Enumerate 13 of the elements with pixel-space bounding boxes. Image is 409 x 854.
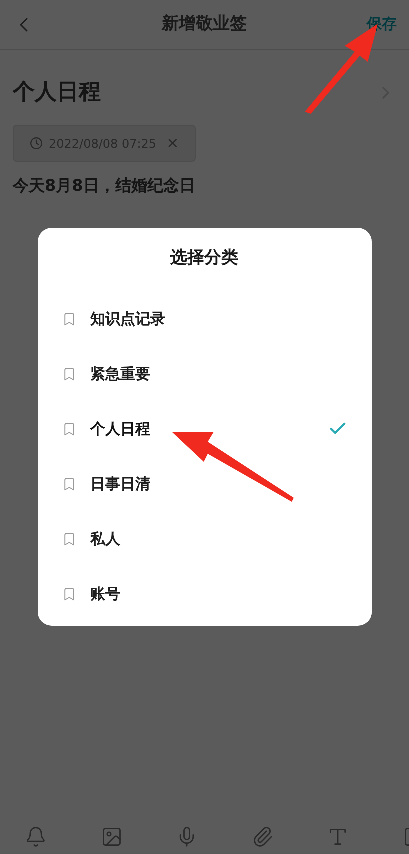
dialog-title: 选择分类 (170, 247, 240, 270)
bookmark-icon (62, 312, 76, 326)
bookmark-icon (62, 422, 76, 436)
paperclip-icon[interactable] (252, 826, 274, 848)
image-icon[interactable] (100, 826, 123, 848)
note-body: 今天8月8日，结婚纪念日 (12, 175, 196, 197)
clock-icon (30, 137, 43, 150)
bookmark-icon (62, 366, 76, 382)
bookmark-icon (62, 532, 76, 546)
bookmark-icon (62, 586, 76, 602)
bell-icon[interactable] (25, 826, 47, 848)
page-title: 新增敬业签 (162, 12, 247, 36)
bookmark-icon (62, 476, 76, 492)
